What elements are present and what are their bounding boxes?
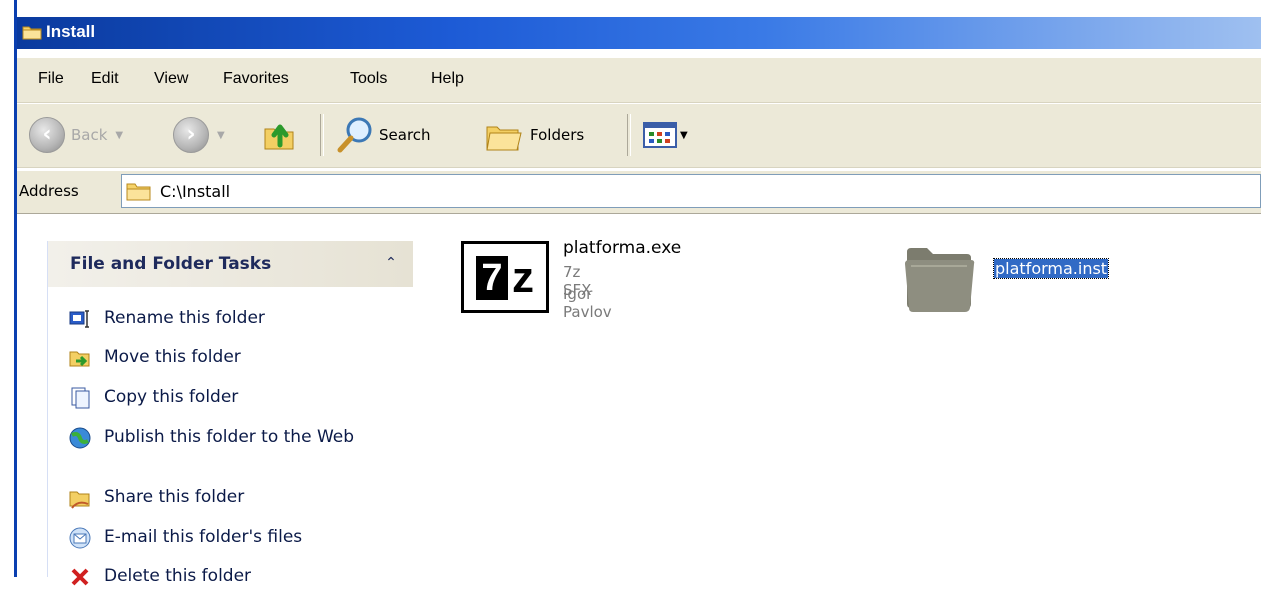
- task-publish-web[interactable]: Publish this folder to the Web: [68, 426, 374, 450]
- task-email-files[interactable]: E-mail this folder's files: [68, 526, 374, 550]
- task-label: Publish this folder to the Web: [104, 427, 355, 447]
- menu-favorites[interactable]: Favorites: [223, 70, 289, 88]
- folder-icon: [22, 24, 42, 45]
- task-label: Move this folder: [104, 347, 241, 367]
- menu-file[interactable]: File: [38, 70, 64, 88]
- folders-icon: [486, 126, 522, 151]
- address-bar: Address C:\Install: [17, 170, 1261, 214]
- share-icon: [69, 491, 90, 509]
- task-move-folder[interactable]: Move this folder: [68, 346, 374, 370]
- views-dropdown-icon[interactable]: ▼: [680, 130, 688, 141]
- address-field[interactable]: C:\Install: [121, 174, 1261, 208]
- 7z-sfx-icon: 7z: [461, 241, 549, 313]
- folders-button[interactable]: Folders: [484, 114, 584, 156]
- up-folder-button[interactable]: [262, 114, 298, 156]
- task-copy-folder[interactable]: Copy this folder: [68, 386, 374, 410]
- toolbar: ‹ Back ▼ › ▼ Search Folders ▼: [17, 103, 1261, 168]
- copy-icon: [71, 387, 90, 409]
- folder-icon: [126, 183, 151, 201]
- task-label: Copy this folder: [104, 387, 239, 407]
- title-bar[interactable]: Install: [17, 17, 1261, 49]
- toolbar-separator: [627, 114, 631, 156]
- publish-web-icon: [69, 427, 91, 449]
- forward-arrow-icon: ›: [173, 117, 209, 153]
- address-value: C:\Install: [160, 181, 231, 201]
- menu-view[interactable]: View: [154, 70, 188, 88]
- file-name: platforma.exe: [563, 238, 682, 258]
- back-dropdown-icon[interactable]: ▼: [115, 130, 123, 141]
- toolbar-separator: [320, 114, 324, 156]
- explorer-window: Install File Edit View Favorites Tools H…: [14, 0, 1261, 586]
- search-label: Search: [379, 126, 431, 144]
- menu-tools[interactable]: Tools: [350, 70, 387, 88]
- menu-edit[interactable]: Edit: [91, 70, 119, 88]
- views-button[interactable]: ▼: [642, 114, 688, 156]
- task-label: Rename this folder: [104, 308, 265, 328]
- search-icon: [337, 117, 372, 153]
- file-company: Igor Pavlov: [563, 285, 612, 321]
- menu-help[interactable]: Help: [431, 70, 464, 88]
- task-label: Share this folder: [104, 487, 245, 507]
- views-icon: [643, 122, 677, 148]
- task-delete-folder[interactable]: Delete this folder: [68, 565, 374, 589]
- move-icon: [69, 351, 90, 367]
- file-folder-tasks-panel: File and Folder Tasks ⌃ Rename this fold…: [47, 241, 413, 586]
- task-share-folder[interactable]: Share this folder: [68, 486, 374, 510]
- back-label: Back: [71, 126, 108, 144]
- up-folder-icon: [264, 124, 294, 150]
- task-label: E-mail this folder's files: [104, 527, 303, 547]
- rename-icon: [69, 310, 89, 328]
- tasks-header[interactable]: File and Folder Tasks ⌃: [48, 241, 413, 287]
- folders-label: Folders: [530, 126, 585, 144]
- search-button[interactable]: Search: [335, 114, 431, 156]
- forward-dropdown-icon[interactable]: ▼: [217, 130, 225, 141]
- tasks-title: File and Folder Tasks: [70, 254, 272, 274]
- task-rename-folder[interactable]: Rename this folder: [68, 307, 374, 331]
- window-title: Install: [46, 22, 96, 41]
- back-button[interactable]: ‹ Back ▼: [29, 114, 123, 156]
- collapse-chevron-icon[interactable]: ⌃: [381, 253, 401, 273]
- folder-icon: [905, 248, 975, 312]
- back-arrow-icon: ‹: [29, 117, 65, 153]
- forward-button[interactable]: › ▼: [173, 114, 225, 156]
- folder-name: platforma.inst: [992, 258, 1110, 279]
- address-label: Address: [19, 182, 79, 200]
- email-icon: [69, 527, 91, 549]
- menu-bar: File Edit View Favorites Tools Help: [17, 58, 1261, 103]
- delete-icon: [71, 568, 89, 586]
